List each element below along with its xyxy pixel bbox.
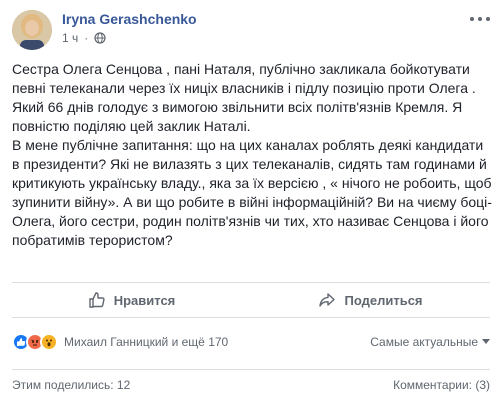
thumbs-up-icon bbox=[89, 292, 105, 308]
reaction-icons[interactable] bbox=[12, 333, 58, 351]
post-card: Iryna Gerashchenko 1 ч · Сестра Олега Се… bbox=[0, 0, 501, 402]
shares-count[interactable]: Этим поделились: 12 bbox=[12, 378, 130, 392]
globe-icon bbox=[94, 32, 106, 44]
wow-reaction-icon bbox=[40, 333, 58, 351]
comments-count[interactable]: Комментарии: (3) bbox=[393, 378, 490, 392]
post-header: Iryna Gerashchenko 1 ч · bbox=[12, 8, 492, 52]
like-label: Нравится bbox=[113, 292, 176, 308]
reaction-summary[interactable]: Михаил Ганницкий и ещё 170 bbox=[64, 335, 228, 349]
action-bar: Нравится Поделиться bbox=[12, 282, 490, 318]
author-name[interactable]: Iryna Gerashchenko bbox=[62, 11, 197, 27]
post-text: Сестра Олега Сенцова , пані Наталя, публ… bbox=[12, 60, 492, 250]
post-paragraph-1: Сестра Олега Сенцова , пані Наталя, публ… bbox=[12, 61, 476, 134]
reactions-row: Михаил Ганницкий и ещё 170 Самые актуаль… bbox=[12, 330, 490, 354]
comment-sort-dropdown[interactable]: Самые актуальные bbox=[370, 335, 490, 349]
caret-down-icon bbox=[482, 339, 490, 344]
avatar[interactable] bbox=[12, 10, 52, 50]
post-paragraph-2: В мене публічне запитання: що на цих кан… bbox=[12, 137, 492, 248]
post-meta: 1 ч · bbox=[62, 31, 106, 45]
post-time[interactable]: 1 ч bbox=[62, 31, 78, 45]
separator: · bbox=[84, 31, 89, 45]
post-footer: Этим поделились: 12 Комментарии: (3) bbox=[12, 369, 490, 393]
share-label: Поделиться bbox=[344, 292, 423, 308]
share-button[interactable]: Поделиться bbox=[251, 283, 490, 317]
share-arrow-icon bbox=[319, 293, 336, 307]
like-button[interactable]: Нравится bbox=[12, 283, 251, 317]
more-options-icon[interactable] bbox=[470, 14, 490, 24]
sort-label: Самые актуальные bbox=[370, 335, 478, 349]
